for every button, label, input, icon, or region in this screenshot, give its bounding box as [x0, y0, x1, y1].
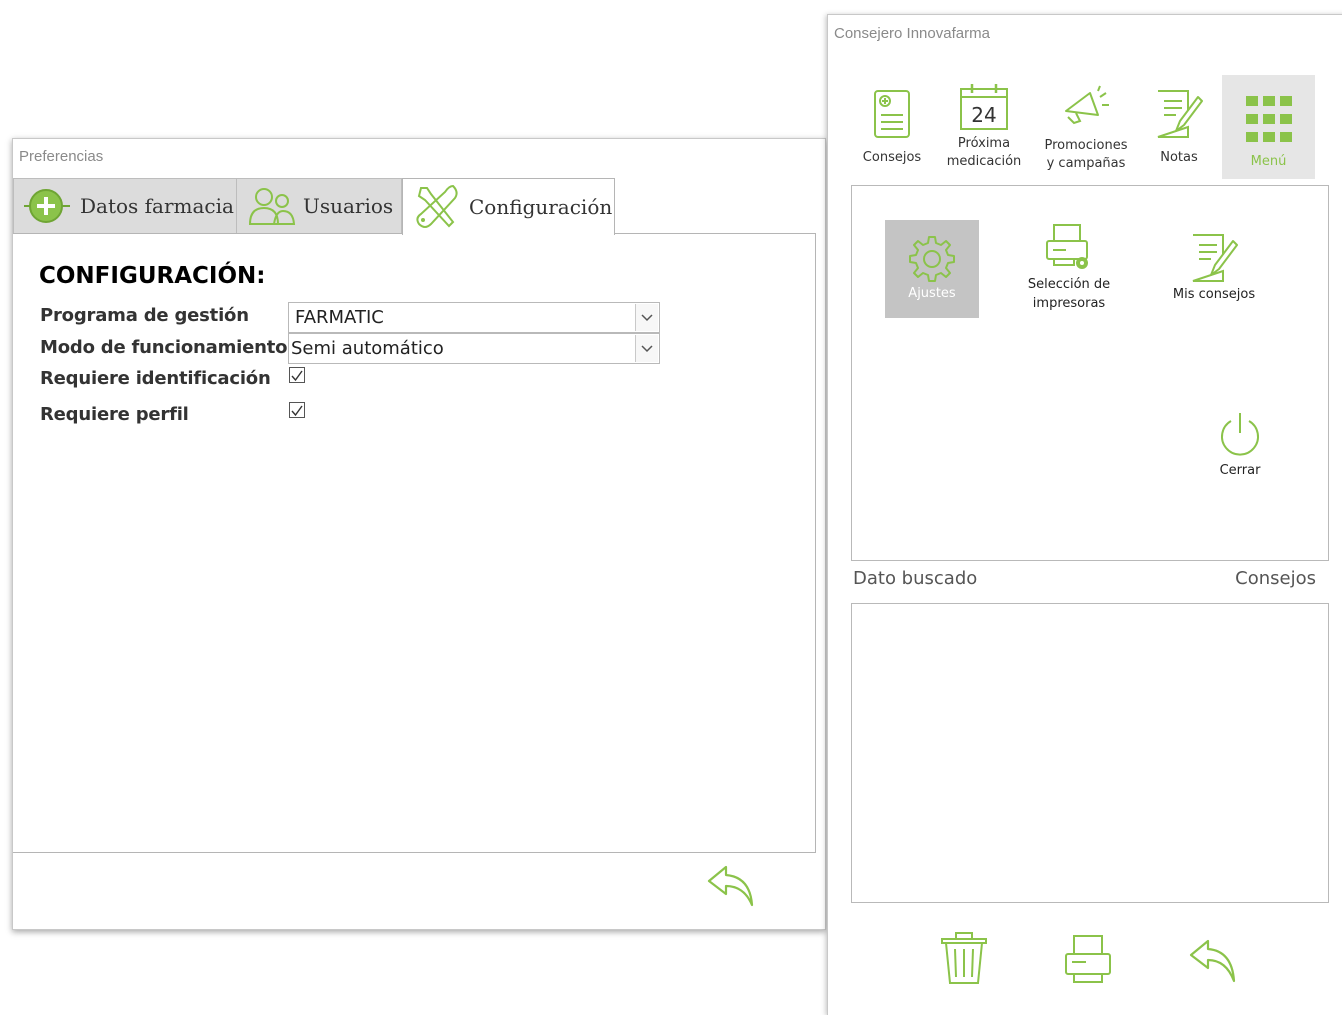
consejero-window: Consejero Innovafarma Consejos 24 Próxim…	[827, 14, 1342, 1015]
preferences-window: Preferencias Datos farmacia Usuarios Con…	[12, 138, 826, 930]
toolbar-label-line2: y campañas	[1046, 156, 1126, 171]
requiere-identificacion-label: Requiere identificación	[40, 368, 271, 389]
tab-configuracion[interactable]: Configuración	[402, 178, 615, 235]
reply-arrow-icon	[1189, 939, 1236, 983]
tools-icon	[413, 182, 461, 232]
toolbar-label: Consejos	[862, 150, 922, 165]
toolbar-label-line1: Próxima	[957, 136, 1011, 151]
requiere-perfil-label: Requiere perfil	[40, 404, 189, 425]
back-button[interactable]	[1188, 935, 1240, 991]
menu-item-seleccion-impresoras[interactable]: Selección de impresoras	[1014, 223, 1124, 319]
delete-button[interactable]	[940, 931, 988, 991]
menu-item-label: Cerrar	[1219, 463, 1261, 478]
consejero-window-title: Consejero Innovafarma	[834, 25, 990, 42]
modo-funcionamiento-label: Modo de funcionamiento	[40, 337, 288, 358]
footer-divider	[13, 852, 816, 853]
toolbar-label-line2: medicación	[946, 154, 1022, 169]
menu-item-cerrar[interactable]: Cerrar	[1208, 411, 1272, 481]
section-heading: CONFIGURACIÓN:	[39, 263, 266, 289]
chevron-down-icon[interactable]	[635, 335, 658, 362]
programa-gestion-select[interactable]: FARMATIC	[288, 302, 660, 333]
toolbar-consejos[interactable]: Consejos	[856, 75, 928, 179]
print-button[interactable]	[1064, 934, 1114, 990]
menu-item-mis-consejos[interactable]: Mis consejos	[1164, 233, 1264, 307]
plus-circle-icon	[24, 182, 72, 230]
dato-buscado-label: Dato buscado	[853, 568, 978, 589]
chevron-down-icon[interactable]	[635, 304, 658, 331]
menu-item-label-line2: impresoras	[1032, 296, 1106, 311]
modo-funcionamiento-value: Semi automático	[291, 338, 444, 359]
toolbar-menu[interactable]: Menú	[1222, 75, 1315, 179]
menu-item-label-line1: Selección de	[1027, 277, 1111, 292]
tab-datos-farmacia[interactable]: Datos farmacia	[13, 178, 237, 233]
toolbar-proxima-medicacion[interactable]: 24 Próxima medicación	[938, 75, 1030, 179]
toolbar-label-line1: Promociones	[1044, 138, 1128, 153]
calendar-24-icon: 24	[938, 75, 1030, 135]
menu-item-label: Ajustes	[908, 286, 956, 301]
toolbar-notas[interactable]: Notas	[1148, 75, 1210, 179]
checkmark-icon	[291, 370, 303, 382]
checkmark-icon	[291, 405, 303, 417]
programa-gestion-label: Programa de gestión	[40, 305, 249, 326]
consejos-label: Consejos	[1235, 568, 1316, 589]
note-pencil-icon	[1164, 233, 1264, 285]
note-pencil-icon	[1148, 75, 1210, 147]
users-icon	[247, 184, 297, 228]
printer-icon	[1065, 935, 1111, 983]
tab-usuarios[interactable]: Usuarios	[236, 178, 402, 233]
power-icon	[1208, 411, 1272, 461]
clipboard-plus-icon	[856, 75, 928, 147]
back-button[interactable]	[706, 861, 758, 913]
toolbar-label: Notas	[1160, 150, 1198, 165]
tab-label: Usuarios	[303, 194, 394, 218]
gear-icon	[885, 220, 979, 284]
menu-item-ajustes[interactable]: Ajustes	[885, 220, 979, 318]
consejos-results-panel[interactable]	[851, 603, 1329, 903]
preferences-window-title: Preferencias	[19, 148, 104, 165]
programa-gestion-value: FARMATIC	[295, 307, 384, 328]
menu-item-label: Mis consejos	[1172, 287, 1256, 302]
toolbar-promociones[interactable]: Promociones y campañas	[1036, 75, 1136, 179]
reply-arrow-icon	[707, 865, 754, 907]
calendar-day: 24	[971, 103, 996, 127]
trash-icon	[941, 932, 987, 984]
tab-label: Configuración	[469, 195, 613, 219]
requiere-identificacion-checkbox[interactable]	[289, 367, 305, 383]
tab-label: Datos farmacia	[80, 194, 234, 218]
grid-icon	[1222, 75, 1315, 153]
toolbar-label: Menú	[1250, 154, 1287, 169]
megaphone-icon	[1036, 75, 1136, 137]
requiere-perfil-checkbox[interactable]	[289, 402, 305, 418]
modo-funcionamiento-select[interactable]: Semi automático	[288, 333, 660, 364]
printer-gear-icon	[1014, 223, 1124, 275]
